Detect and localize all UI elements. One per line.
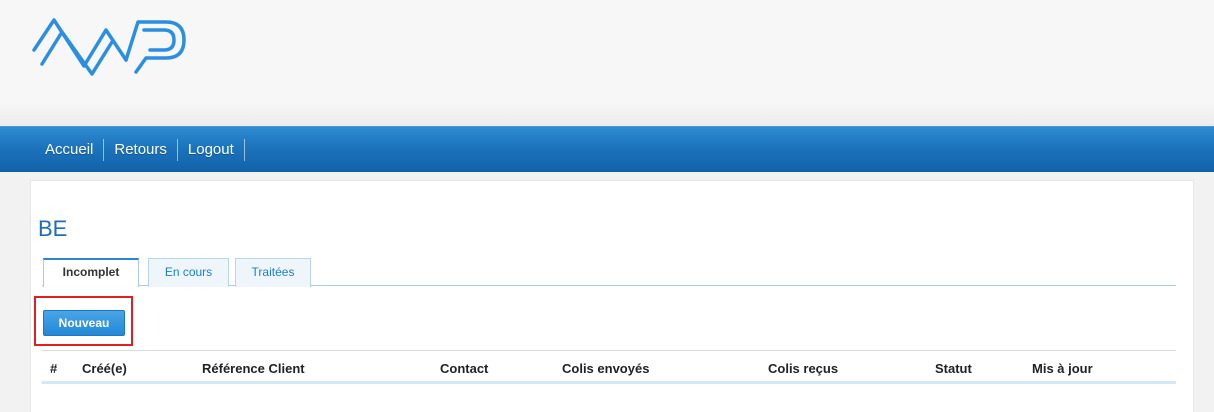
tab-en-cours[interactable]: En cours: [148, 258, 229, 287]
nav-item-retours[interactable]: Retours: [104, 139, 178, 161]
mp-logo-icon[interactable]: [28, 8, 188, 78]
column-header-packages-sent[interactable]: Colis envoyés: [562, 361, 649, 376]
nav-item-accueil[interactable]: Accueil: [35, 139, 105, 161]
nav-list: Accueil Retours Logout: [0, 127, 1214, 173]
tab-traitees[interactable]: Traitées: [235, 258, 311, 287]
column-header-created[interactable]: Créé(e): [82, 361, 127, 376]
tab-bar: Incomplet En cours Traitées: [42, 258, 1176, 287]
column-header-status[interactable]: Statut: [935, 361, 972, 376]
column-header-packages-received[interactable]: Colis reçus: [768, 361, 838, 376]
column-header-number[interactable]: #: [50, 361, 57, 376]
nav-item-logout[interactable]: Logout: [178, 139, 245, 161]
column-header-updated[interactable]: Mis à jour: [1032, 361, 1093, 376]
column-header-contact[interactable]: Contact: [440, 361, 488, 376]
header: [0, 0, 1214, 126]
new-button[interactable]: Nouveau: [43, 310, 125, 336]
main-navbar: Accueil Retours Logout: [0, 126, 1214, 172]
tab-incomplet[interactable]: Incomplet: [43, 258, 139, 287]
page-title: BE: [38, 216, 68, 241]
table-header: # Créé(e) Référence Client Contact Colis…: [42, 350, 1176, 384]
column-header-client-reference[interactable]: Référence Client: [202, 361, 305, 376]
